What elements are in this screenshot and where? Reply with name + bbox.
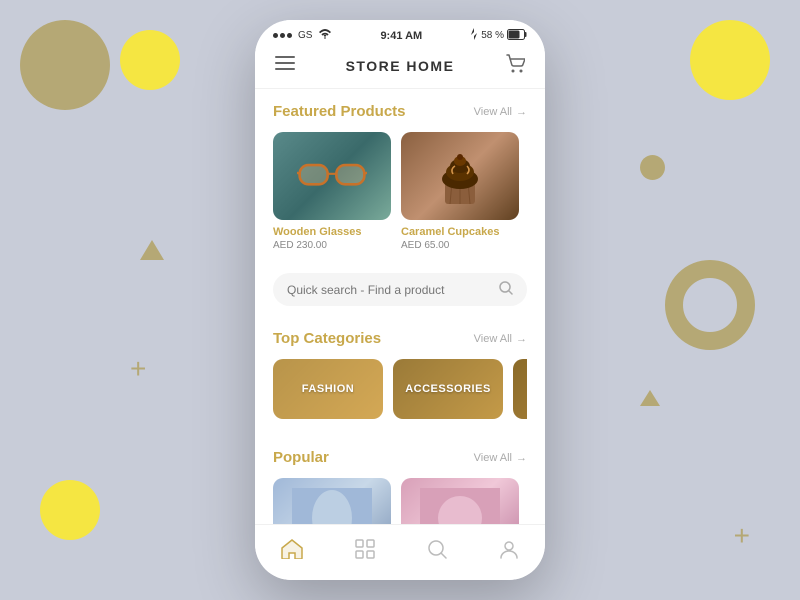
featured-title: Featured Products bbox=[273, 103, 406, 120]
phone-frame: GS 9:41 AM 58 % STORE HOME bbox=[255, 20, 545, 580]
popular-card-1[interactable] bbox=[273, 478, 391, 524]
category-fashion-label: FASHION bbox=[302, 383, 354, 395]
categories-section: Top Categories View All → FASHION ACCESS… bbox=[255, 316, 545, 435]
category-accessories[interactable]: ACCESSORIES bbox=[393, 359, 503, 419]
status-bar: GS 9:41 AM 58 % bbox=[255, 20, 545, 47]
product-name-cupcakes: Caramel Cupcakes bbox=[401, 226, 519, 238]
bluetooth-icon bbox=[470, 28, 478, 43]
bg-circle-brown bbox=[20, 20, 110, 110]
bg-circle-yellow-top bbox=[120, 30, 180, 90]
product-card-glasses[interactable]: Wooden Glasses AED 230.00 bbox=[273, 132, 391, 251]
category-fashion[interactable]: FASHION bbox=[273, 359, 383, 419]
bg-circle-yellow-right bbox=[690, 20, 770, 100]
bg-plus-left: + bbox=[130, 355, 146, 383]
popular-image-1 bbox=[292, 488, 372, 524]
battery-icon bbox=[507, 29, 527, 43]
popular-card-2[interactable] bbox=[401, 478, 519, 524]
signal-dot-2 bbox=[280, 33, 285, 38]
bg-triangle-left bbox=[140, 240, 164, 260]
featured-view-all[interactable]: View All → bbox=[474, 106, 527, 118]
nav-grid[interactable] bbox=[343, 535, 387, 568]
categories-view-all-label: View All bbox=[474, 333, 512, 345]
cupcake-svg bbox=[435, 144, 485, 209]
nav-profile[interactable] bbox=[487, 535, 531, 568]
search-icon[interactable] bbox=[499, 281, 513, 298]
nav-home[interactable] bbox=[269, 535, 315, 568]
categories-arrow-icon: → bbox=[516, 333, 527, 345]
nav-search[interactable] bbox=[415, 535, 459, 568]
cart-icon[interactable] bbox=[505, 53, 525, 78]
popular-section: Popular View All → bbox=[255, 435, 545, 524]
bg-triangle-right bbox=[640, 390, 660, 406]
category-accessories-label: ACCESSORIES bbox=[405, 383, 491, 395]
status-time: 9:41 AM bbox=[380, 30, 422, 42]
bg-plus-right-bottom: + bbox=[734, 522, 750, 550]
page-title: STORE HOME bbox=[346, 58, 455, 74]
bg-ring-brown bbox=[665, 260, 755, 350]
featured-header: Featured Products View All → bbox=[273, 103, 527, 120]
bottom-nav bbox=[255, 524, 545, 580]
status-right: 58 % bbox=[470, 28, 527, 43]
product-name-glasses: Wooden Glasses bbox=[273, 226, 391, 238]
hamburger-icon[interactable] bbox=[275, 53, 295, 78]
signal-dots bbox=[273, 33, 292, 38]
signal-dot-1 bbox=[273, 33, 278, 38]
signal-dot-3 bbox=[287, 33, 292, 38]
popular-view-all[interactable]: View All → bbox=[474, 452, 527, 464]
product-image-glasses bbox=[273, 132, 391, 220]
categories-title: Top Categories bbox=[273, 330, 381, 347]
product-image-cupcakes bbox=[401, 132, 519, 220]
bg-circle-brown-small bbox=[640, 155, 665, 180]
popular-arrow-icon: → bbox=[516, 452, 527, 464]
product-card-cupcakes[interactable]: Caramel Cupcakes AED 65.00 bbox=[401, 132, 519, 251]
bg-circle-yellow-bottom bbox=[40, 480, 100, 540]
app-content: Featured Products View All → bbox=[255, 89, 545, 524]
search-section bbox=[255, 267, 545, 316]
categories-header: Top Categories View All → bbox=[273, 330, 527, 347]
wifi-icon bbox=[318, 29, 332, 42]
search-bar bbox=[273, 273, 527, 306]
categories-view-all[interactable]: View All → bbox=[474, 333, 527, 345]
featured-section: Featured Products View All → bbox=[255, 89, 545, 267]
category-food[interactable]: FOOD &DRINK bbox=[513, 359, 527, 419]
home-icon bbox=[281, 539, 303, 564]
glasses-svg bbox=[297, 156, 367, 196]
carrier-text: GS bbox=[298, 30, 312, 41]
popular-header: Popular View All → bbox=[273, 449, 527, 466]
search-nav-icon bbox=[427, 539, 447, 564]
product-price-glasses: AED 230.00 bbox=[273, 240, 391, 251]
search-input[interactable] bbox=[287, 283, 491, 297]
popular-list bbox=[273, 478, 527, 524]
featured-view-all-label: View All bbox=[474, 106, 512, 118]
battery-text: 58 % bbox=[481, 30, 504, 41]
categories-list: FASHION ACCESSORIES FOOD &DRINK bbox=[273, 359, 527, 427]
profile-icon bbox=[499, 539, 519, 564]
products-list: Wooden Glasses AED 230.00 bbox=[273, 132, 527, 259]
app-header: STORE HOME bbox=[255, 47, 545, 89]
popular-image-2 bbox=[420, 488, 500, 524]
grid-icon bbox=[355, 539, 375, 564]
popular-view-all-label: View All bbox=[474, 452, 512, 464]
popular-title: Popular bbox=[273, 449, 329, 466]
arrow-right-icon: → bbox=[516, 106, 527, 118]
status-left: GS bbox=[273, 29, 332, 42]
product-price-cupcakes: AED 65.00 bbox=[401, 240, 519, 251]
